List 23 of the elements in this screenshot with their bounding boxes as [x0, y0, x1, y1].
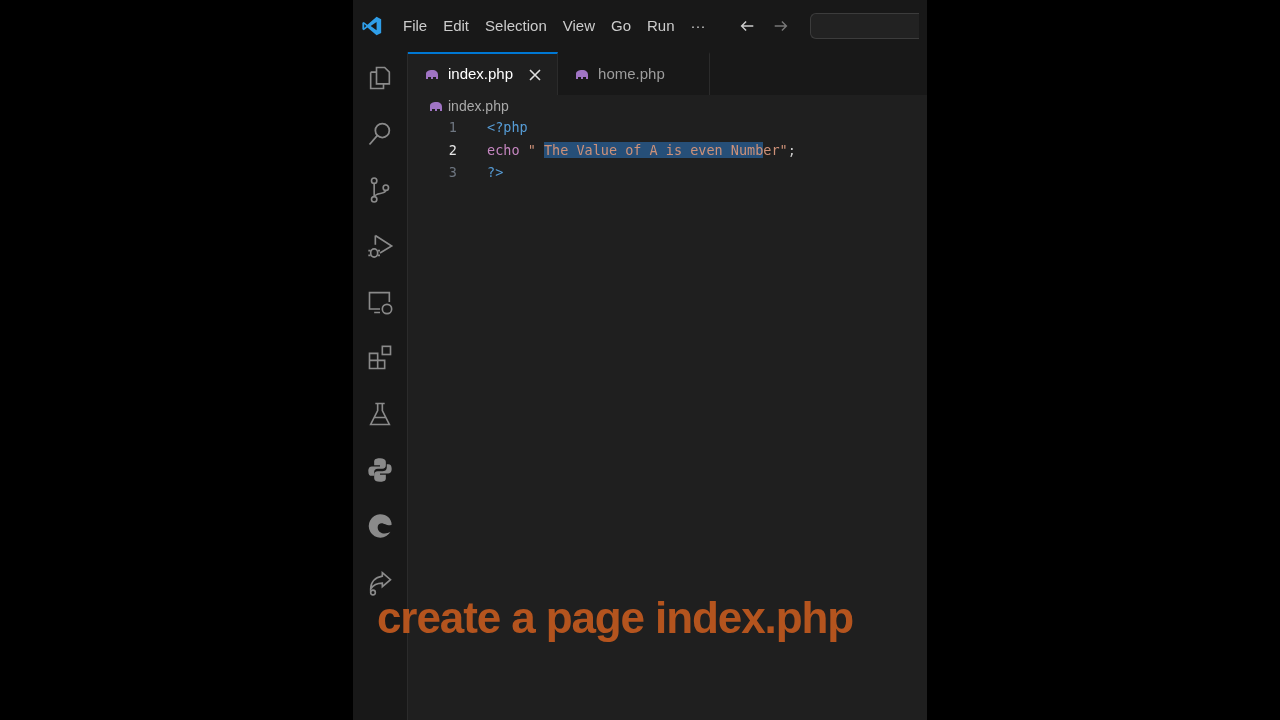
- line-number: 3: [447, 163, 458, 183]
- menu-item[interactable]: File: [395, 14, 436, 38]
- line-number: 1: [447, 118, 458, 138]
- command-center-field[interactable]: [809, 13, 919, 39]
- menu-item[interactable]: Run: [639, 14, 683, 38]
- extensions-icon[interactable]: [366, 344, 394, 372]
- editor-tab[interactable]: index.php: [408, 52, 559, 95]
- menu-item[interactable]: Selection: [477, 14, 555, 38]
- python-icon[interactable]: [366, 456, 394, 484]
- vscode-logo-icon: [361, 15, 383, 37]
- code-line: <?php: [487, 118, 528, 138]
- editor-tab[interactable]: home.php: [558, 52, 710, 95]
- menu-item[interactable]: Go: [603, 14, 639, 38]
- code-line: ?>: [487, 163, 504, 183]
- run-debug-icon[interactable]: [366, 232, 394, 260]
- line-number: 2: [447, 140, 458, 160]
- menu-item[interactable]: Edit: [435, 14, 478, 38]
- breadcrumb[interactable]: index.php: [448, 96, 509, 117]
- code-line: echo " The Value of A is even Number";: [487, 140, 796, 160]
- menu-item[interactable]: ···: [682, 14, 714, 38]
- close-icon[interactable]: [529, 68, 542, 81]
- menu-item[interactable]: View: [554, 14, 603, 38]
- video-caption: create a page index.php: [377, 592, 853, 644]
